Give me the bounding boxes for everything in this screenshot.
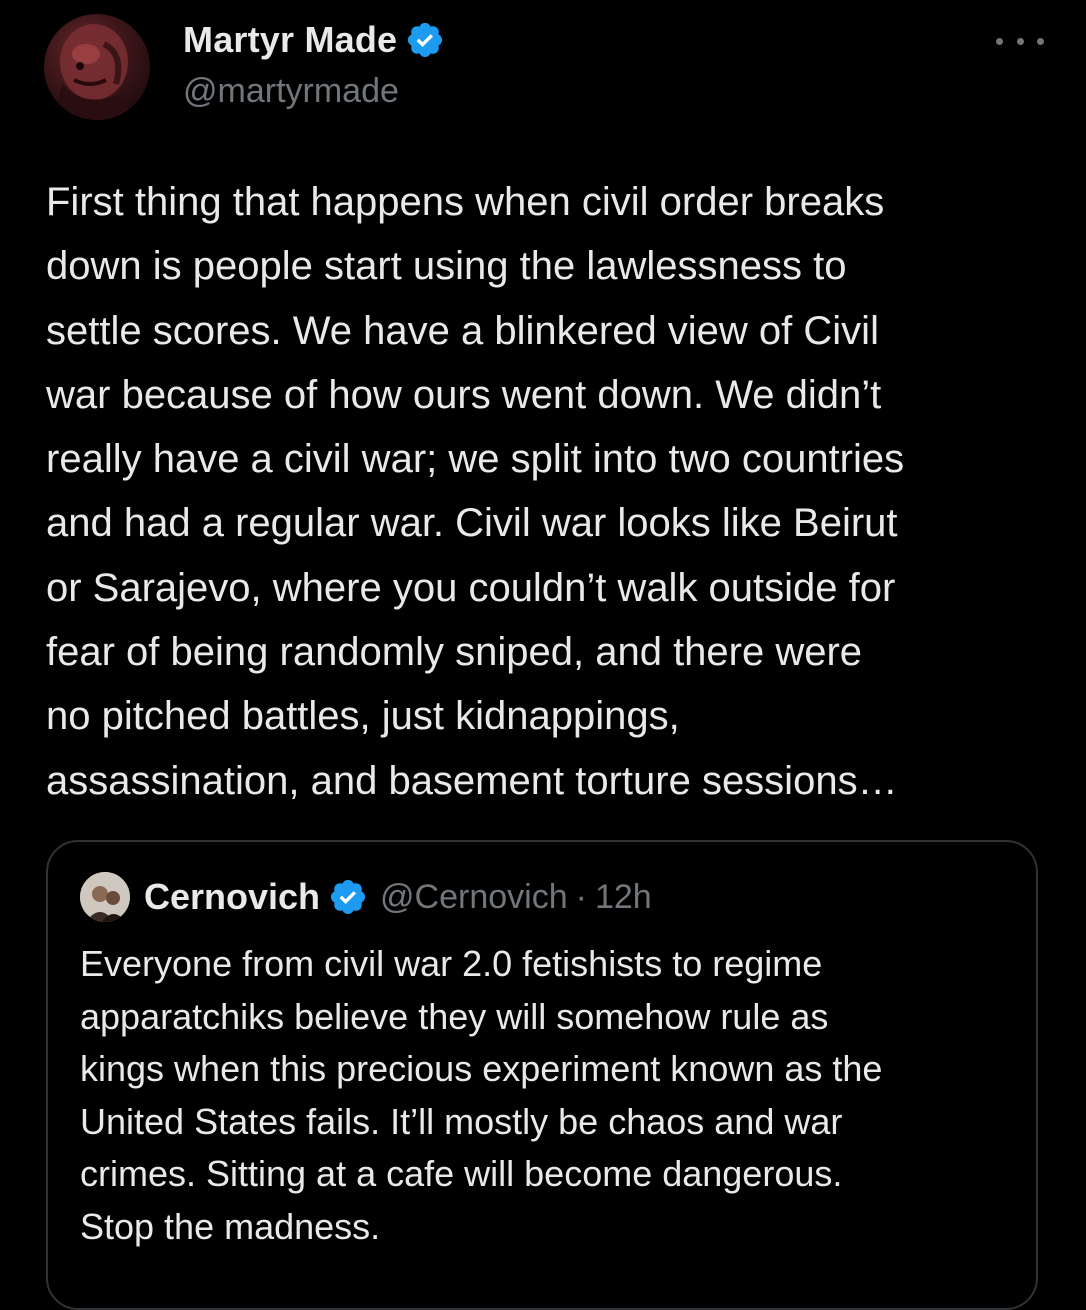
quoted-tweet-text: Everyone from civil war 2.0 fetishists t…: [80, 943, 883, 1247]
author-name[interactable]: Martyr Made: [183, 19, 397, 61]
quoted-author-avatar: [80, 872, 130, 922]
quoted-avatar-image: [80, 872, 130, 922]
verified-badge-icon: [328, 877, 368, 917]
quoted-tweet-card[interactable]: Cernovich @Cernovich · 12h Everyone from…: [46, 840, 1038, 1310]
tweet: Martyr Made @martyrmade First thing that…: [0, 0, 1086, 1310]
quoted-author-handle: @Cernovich: [380, 877, 568, 916]
quoted-author-name: Cernovich: [144, 876, 321, 917]
author-avatar[interactable]: [44, 14, 150, 120]
author-handle[interactable]: @martyrmade: [183, 72, 399, 111]
quoted-tweet-header: Cernovich @Cernovich · 12h: [80, 872, 652, 922]
verified-badge-icon: [405, 20, 445, 60]
author-name-row: Martyr Made: [183, 18, 445, 62]
tweet-text: First thing that happens when civil orde…: [46, 180, 905, 803]
avatar-image: [54, 24, 134, 120]
more-options-icon[interactable]: [996, 26, 1044, 56]
separator-dot: ·: [575, 877, 587, 916]
quoted-timestamp: 12h: [594, 877, 652, 916]
